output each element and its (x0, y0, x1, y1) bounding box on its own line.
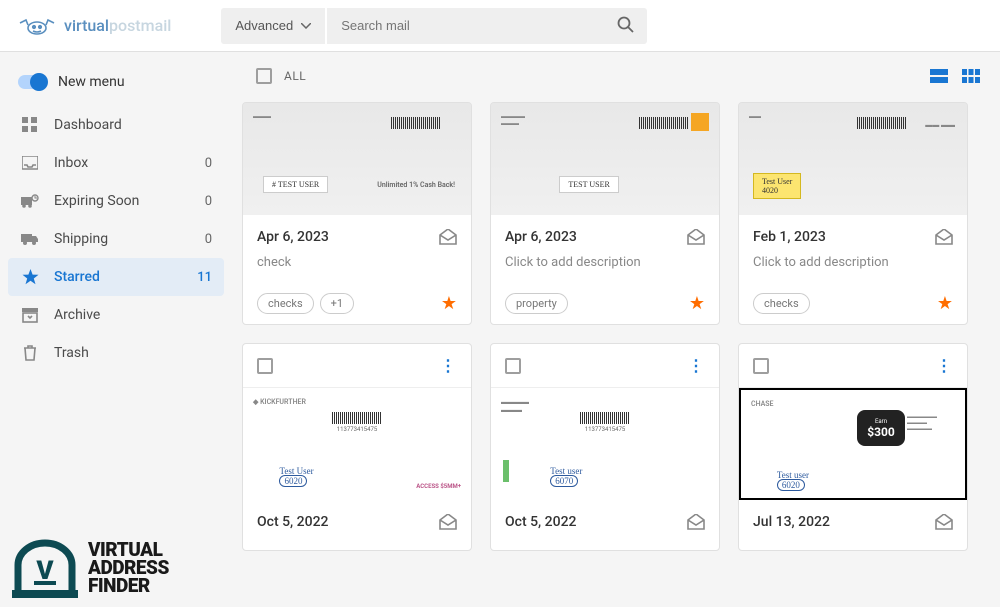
star-icon[interactable]: ★ (441, 293, 457, 314)
archive-icon (20, 305, 40, 325)
caret-down-icon (301, 23, 311, 29)
select-all[interactable]: ALL (256, 68, 306, 84)
new-menu-toggle[interactable] (18, 75, 46, 89)
sidebar-item-label: Shipping (54, 231, 108, 247)
open-mail-icon[interactable] (935, 514, 953, 530)
card-date: Jul 13, 2022 (753, 514, 830, 530)
mail-card[interactable]: ⋮ ▬▬▬▬▬▬▬ 113773415475 Test user6070 Oct… (490, 343, 720, 551)
mail-card[interactable]: ▬▬▬# TEST USERUnlimited 1% Cash Back! Ap… (242, 102, 472, 325)
top-bar: virtualpostmail Advanced (0, 0, 1000, 52)
open-mail-icon[interactable] (935, 229, 953, 245)
sidebar-item-starred[interactable]: Starred 11 (8, 258, 224, 296)
mail-grid: ▬▬▬# TEST USERUnlimited 1% Cash Back! Ap… (242, 102, 980, 551)
logo[interactable]: virtualpostmail (16, 15, 171, 37)
mail-thumbnail: ▬▬▬# TEST USERUnlimited 1% Cash Back! (243, 103, 471, 215)
card-tags: checks +1 ★ (257, 293, 457, 314)
inbox-icon (20, 153, 40, 173)
watermark-icon: V (10, 535, 80, 601)
sidebar-item-archive[interactable]: Archive (8, 296, 224, 334)
sidebar-item-trash[interactable]: Trash (8, 334, 224, 372)
card-description[interactable]: Click to add description (505, 255, 705, 271)
search-wrap (325, 8, 647, 44)
grid-view-icon[interactable] (962, 69, 980, 83)
expiring-icon (20, 191, 40, 211)
card-tags: property ★ (505, 293, 705, 314)
card-date: Feb 1, 2023 (753, 229, 826, 245)
search-input[interactable] (327, 8, 647, 44)
open-mail-icon[interactable] (687, 514, 705, 530)
more-icon[interactable]: ⋮ (936, 356, 953, 375)
sidebar-item-label: Dashboard (54, 117, 122, 133)
sidebar-item-count: 0 (205, 194, 212, 209)
open-mail-icon[interactable] (687, 229, 705, 245)
card-description[interactable]: check (257, 255, 457, 271)
sidebar-item-expiring[interactable]: Expiring Soon 0 (8, 182, 224, 220)
dashboard-icon (20, 115, 40, 135)
sidebar-item-count: 11 (197, 270, 212, 285)
sidebar-item-label: Starred (54, 269, 100, 285)
star-icon (20, 267, 40, 287)
list-view-icon[interactable] (930, 69, 948, 83)
mail-card[interactable]: ▬▬▬▬▬▬▬TEST USER Apr 6, 2023 Click to ad… (490, 102, 720, 325)
select-all-checkbox[interactable] (256, 68, 272, 84)
content: ALL ▬▬▬# TEST USERUnlimited 1% Cash Back… (232, 52, 1000, 607)
tag[interactable]: checks (753, 293, 810, 314)
view-toggles (930, 69, 980, 83)
mail-card[interactable]: ▬▬▬▬ ▬▬Test User4020 Feb 1, 2023 Click t… (738, 102, 968, 325)
search-icon (617, 16, 635, 34)
sidebar: New menu Dashboard Inbox 0 Expiring Soon… (0, 52, 232, 607)
star-icon[interactable]: ★ (937, 293, 953, 314)
watermark: V VIRTUALADDRESSFINDER (10, 535, 169, 601)
advanced-label: Advanced (235, 18, 293, 33)
open-mail-icon[interactable] (439, 514, 457, 530)
card-date: Oct 5, 2022 (505, 514, 577, 530)
advanced-button[interactable]: Advanced (221, 8, 325, 44)
tag[interactable]: property (505, 293, 568, 314)
card-description[interactable]: Click to add description (753, 255, 953, 271)
card-date: Apr 6, 2023 (505, 229, 577, 245)
card-date: Oct 5, 2022 (257, 514, 329, 530)
sidebar-item-label: Trash (54, 345, 89, 361)
tag-more[interactable]: +1 (320, 293, 354, 314)
sidebar-item-label: Inbox (54, 155, 88, 171)
logo-icon (16, 15, 58, 37)
sidebar-item-label: Archive (54, 307, 100, 323)
mail-thumbnail: CHASE Earn$300 ▬▬▬▬▬▬▬▬▬▬▬▬▬▬▬ Test user… (739, 388, 967, 500)
mail-thumbnail: ▬▬▬▬▬▬▬TEST USER (491, 103, 719, 215)
star-icon[interactable]: ★ (689, 293, 705, 314)
mail-card[interactable]: ⋮ CHASE Earn$300 ▬▬▬▬▬▬▬▬▬▬▬▬▬▬▬ Test us… (738, 343, 968, 551)
card-tags: checks ★ (753, 293, 953, 314)
logo-text: virtualpostmail (64, 16, 171, 35)
open-mail-icon[interactable] (439, 229, 457, 245)
card-date: Apr 6, 2023 (257, 229, 329, 245)
select-all-label: ALL (284, 69, 306, 83)
sidebar-item-inbox[interactable]: Inbox 0 (8, 144, 224, 182)
card-checkbox[interactable] (505, 358, 521, 374)
watermark-text: VIRTUALADDRESSFINDER (88, 541, 169, 595)
sidebar-item-label: Expiring Soon (54, 193, 139, 209)
tag[interactable]: checks (257, 293, 314, 314)
sidebar-item-count: 0 (205, 232, 212, 247)
sidebar-item-dashboard[interactable]: Dashboard (8, 106, 224, 144)
mail-card[interactable]: ⋮ ◆ KICKFURTHER 113773415475 Test User60… (242, 343, 472, 551)
trash-icon (20, 343, 40, 363)
mail-thumbnail: ◆ KICKFURTHER 113773415475 Test User6020… (243, 388, 471, 500)
new-menu-label: New menu (58, 74, 125, 90)
sidebar-item-shipping[interactable]: Shipping 0 (8, 220, 224, 258)
card-checkbox[interactable] (753, 358, 769, 374)
sidebar-item-count: 0 (205, 156, 212, 171)
more-icon[interactable]: ⋮ (688, 356, 705, 375)
content-header: ALL (242, 68, 980, 84)
card-checkbox[interactable] (257, 358, 273, 374)
search-group: Advanced (221, 8, 647, 44)
new-menu-toggle-row: New menu (8, 68, 224, 96)
more-icon[interactable]: ⋮ (440, 356, 457, 375)
mail-thumbnail: ▬▬▬▬ ▬▬Test User4020 (739, 103, 967, 215)
mail-thumbnail: ▬▬▬▬▬▬▬ 113773415475 Test user6070 (491, 388, 719, 500)
shipping-icon (20, 229, 40, 249)
